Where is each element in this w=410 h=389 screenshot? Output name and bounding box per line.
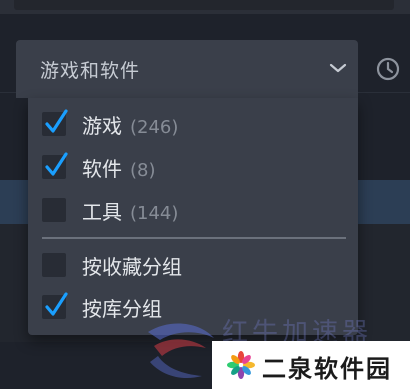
chevron-down-icon [329,63,347,73]
tools-count: (144) [130,202,179,224]
top-strip-inner [14,0,394,10]
filter-selected-label: 游戏和软件 [40,59,141,82]
games-count: (246) [130,116,179,138]
library-screen: 游戏和软件 游戏 (246) 软件 (8) 工具 (144) 按收藏分组 按库分… [0,0,410,389]
games-label: 游戏 (246) [82,110,178,139]
tools-checkbox[interactable] [42,198,66,222]
menu-item-software[interactable]: 软件 (8) [28,147,358,187]
group-by-collection-checkbox[interactable] [42,253,66,277]
pinwheel-icon [227,351,255,379]
software-label-text: 软件 [82,156,122,181]
top-strip [0,0,410,14]
menu-item-group-by-collection[interactable]: 按收藏分组 [28,245,358,285]
watermark-badge: 二泉软件园 [212,341,410,389]
software-count: (8) [130,159,156,181]
check-icon [45,109,68,133]
tools-label: 工具 (144) [82,196,178,225]
games-label-text: 游戏 [82,113,122,138]
filter-dropdown-menu: 游戏 (246) 软件 (8) 工具 (144) 按收藏分组 按库分组 [28,98,358,335]
menu-item-games[interactable]: 游戏 (246) [28,104,358,144]
tools-label-text: 工具 [82,199,122,224]
group-by-collection-label: 按收藏分组 [82,254,182,279]
check-icon [45,152,68,176]
software-label: 软件 (8) [82,153,156,182]
games-checkbox[interactable] [42,109,68,136]
library-filter-dropdown[interactable]: 游戏和软件 [16,40,358,98]
watermark-text: 二泉软件园 [262,355,392,383]
check-icon [45,292,68,316]
menu-item-tools[interactable]: 工具 (144) [28,190,358,230]
menu-separator [42,237,346,239]
group-by-library-checkbox[interactable] [42,292,68,319]
watermark-logo-icon [148,323,214,379]
software-checkbox[interactable] [42,152,68,179]
clock-icon[interactable] [374,55,402,83]
